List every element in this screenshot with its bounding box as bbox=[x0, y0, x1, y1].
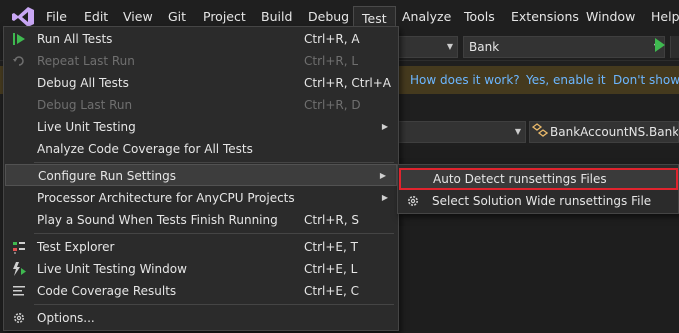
type-scope-value: BankAccountNS.BankAc bbox=[550, 125, 679, 139]
menu-separator bbox=[34, 304, 394, 305]
solution-platform-combo[interactable]: ▼ bbox=[398, 36, 458, 58]
menu-item-repeat-last-run[interactable]: Repeat Last Run Ctrl+R, L bbox=[4, 50, 398, 72]
menu-item-shortcut: Ctrl+R, S bbox=[304, 213, 359, 227]
menu-item-shortcut: Ctrl+R, A bbox=[304, 32, 360, 46]
menu-item-label: Analyze Code Coverage for All Tests bbox=[37, 142, 253, 156]
menu-item-play-sound[interactable]: Play a Sound When Tests Finish Running C… bbox=[4, 209, 398, 231]
toolbar-overflow[interactable] bbox=[670, 36, 679, 58]
menu-item-debug-all-tests[interactable]: Debug All Tests Ctrl+R, Ctrl+A bbox=[4, 72, 398, 94]
run-all-icon bbox=[13, 33, 25, 45]
submenu-arrow-icon: ▶ bbox=[381, 122, 388, 131]
menu-item-label: Options... bbox=[37, 311, 95, 325]
submenu-item-label: Select Solution Wide runsettings File bbox=[432, 194, 652, 208]
menu-item-live-unit-testing-window[interactable]: Live Unit Testing Window Ctrl+E, L bbox=[4, 258, 398, 280]
menu-item-label: Debug Last Run bbox=[37, 98, 133, 112]
project-scope-combo[interactable]: ▼ bbox=[398, 121, 526, 143]
menu-item-label: Play a Sound When Tests Finish Running bbox=[37, 213, 278, 227]
chevron-down-icon: ▼ bbox=[446, 42, 453, 51]
menu-item-shortcut: Ctrl+R, Ctrl+A bbox=[304, 76, 391, 90]
start-debugging-icon[interactable] bbox=[655, 38, 665, 52]
menu-item-shortcut: Ctrl+E, T bbox=[304, 240, 358, 254]
menu-item-label: Debug All Tests bbox=[37, 76, 129, 90]
menu-item-code-coverage-results[interactable]: Code Coverage Results Ctrl+E, C bbox=[4, 280, 398, 302]
menu-item-shortcut: Ctrl+R, L bbox=[304, 54, 359, 68]
submenu-item-select-solution-runsettings[interactable]: Select Solution Wide runsettings File bbox=[398, 190, 678, 212]
menu-separator bbox=[34, 162, 394, 163]
startup-project-value: Bank bbox=[469, 40, 500, 54]
menu-item-test-explorer[interactable]: Test Explorer Ctrl+E, T bbox=[4, 236, 398, 258]
code-coverage-icon bbox=[13, 286, 25, 296]
menu-separator bbox=[34, 233, 394, 234]
highlight-annotation-box: Auto Detect runsettings Files bbox=[399, 168, 678, 190]
menu-item-label: Code Coverage Results bbox=[37, 284, 177, 298]
menu-item-label: Test Explorer bbox=[37, 240, 115, 254]
class-icon bbox=[532, 123, 548, 137]
menu-item-label: Repeat Last Run bbox=[37, 54, 135, 68]
menu-item-shortcut: Ctrl+E, L bbox=[304, 262, 358, 276]
menu-item-live-unit-testing[interactable]: Live Unit Testing ▶ bbox=[4, 116, 398, 138]
menu-item-shortcut: Ctrl+E, C bbox=[304, 284, 359, 298]
test-menu-dropdown: Run All Tests Ctrl+R, A Repeat Last Run … bbox=[3, 26, 399, 331]
submenu-arrow-icon: ▶ bbox=[381, 193, 388, 202]
visual-studio-logo-icon[interactable] bbox=[12, 7, 34, 27]
submenu-arrow-icon: ▶ bbox=[379, 171, 386, 180]
repeat-icon bbox=[13, 56, 24, 66]
chevron-down-icon: ▼ bbox=[514, 127, 521, 136]
menu-item-run-all-tests[interactable]: Run All Tests Ctrl+R, A bbox=[4, 28, 398, 50]
menu-window[interactable]: Window bbox=[578, 0, 643, 33]
startup-project-combo[interactable]: Bank ▼ bbox=[463, 36, 665, 58]
menu-item-label: Run All Tests bbox=[37, 32, 113, 46]
menu-analyze[interactable]: Analyze bbox=[394, 0, 459, 33]
menu-item-label: Configure Run Settings bbox=[38, 169, 177, 183]
test-explorer-icon bbox=[13, 242, 25, 254]
how-does-it-work-link[interactable]: How does it work? bbox=[410, 66, 520, 94]
live-unit-testing-icon bbox=[13, 262, 26, 276]
menu-item-label: Processor Architecture for AnyCPU Projec… bbox=[37, 191, 295, 205]
menu-item-configure-run-settings[interactable]: Configure Run Settings ▶ bbox=[5, 164, 397, 186]
menu-tools[interactable]: Tools bbox=[456, 0, 503, 33]
type-scope-combo[interactable]: BankAccountNS.BankAc bbox=[529, 121, 679, 143]
menu-item-processor-architecture[interactable]: Processor Architecture for AnyCPU Projec… bbox=[4, 187, 398, 209]
enable-it-link[interactable]: Yes, enable it bbox=[526, 66, 606, 94]
menu-item-label: Live Unit Testing Window bbox=[37, 262, 187, 276]
dont-show-again-link[interactable]: Don't show a bbox=[613, 66, 679, 94]
menu-extensions[interactable]: Extensions bbox=[503, 0, 587, 33]
menu-item-debug-last-run[interactable]: Debug Last Run Ctrl+R, D bbox=[4, 94, 398, 116]
menu-item-options[interactable]: Options... bbox=[4, 307, 398, 329]
menu-item-label: Live Unit Testing bbox=[37, 120, 136, 134]
menu-help[interactable]: Help bbox=[643, 0, 679, 33]
gear-icon bbox=[14, 313, 24, 323]
gear-icon bbox=[408, 196, 418, 206]
menu-item-analyze-code-coverage[interactable]: Analyze Code Coverage for All Tests bbox=[4, 138, 398, 160]
menu-item-shortcut: Ctrl+R, D bbox=[304, 98, 361, 112]
submenu-item-label[interactable]: Auto Detect runsettings Files bbox=[433, 170, 607, 188]
